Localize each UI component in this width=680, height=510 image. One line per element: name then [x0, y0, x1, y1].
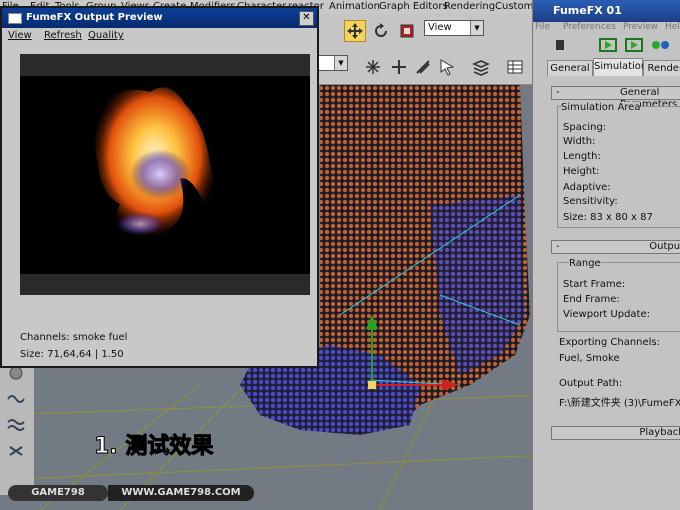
length-label: Length:	[563, 151, 601, 162]
general-parameters-rollout[interactable]: - General Parameters	[551, 86, 680, 110]
reference-coordinate-select[interactable]: View ▼	[424, 20, 484, 36]
grid-icon	[507, 60, 523, 74]
fumefx-panel-title: FumeFX 01	[553, 4, 622, 17]
layers-icon	[472, 60, 490, 76]
selection-set-select[interactable]: ▼	[318, 55, 348, 71]
spacing-label: Spacing:	[563, 122, 607, 133]
preview-menu-quality[interactable]: Quality	[88, 30, 124, 41]
sparkle-icon	[366, 60, 380, 74]
eye-icon	[652, 41, 669, 49]
grid-size-readout: Size: 83 x 80 x 87	[563, 212, 653, 223]
panel-menu-help[interactable]: Help	[665, 22, 680, 32]
preview-toggle-button[interactable]	[649, 34, 671, 56]
snap-icon	[416, 60, 430, 74]
select-filter-button[interactable]	[436, 56, 458, 78]
start-frame-label: Start Frame:	[563, 279, 626, 290]
play-film-icon	[599, 38, 617, 52]
close-icon[interactable]: ✕	[299, 11, 314, 26]
adaptive-label: Adaptive:	[563, 182, 611, 193]
watermark-logo: GAME798	[8, 485, 108, 501]
schematic-button[interactable]	[504, 56, 526, 78]
exporting-channels-value: Fuel, Smoke	[559, 353, 620, 364]
chevron-down-icon: ▼	[470, 21, 483, 35]
menu-animation[interactable]: Animation	[329, 0, 380, 14]
start-simulation-button[interactable]	[597, 34, 619, 56]
viewport-side-toolbar	[0, 355, 34, 495]
preview-window-title: FumeFX Output Preview	[26, 12, 163, 23]
playback-rollout[interactable]: Playback	[551, 426, 680, 440]
fire-render	[20, 54, 310, 295]
panel-menu-preview[interactable]: Preview	[623, 22, 658, 32]
fire-preview-canvas	[20, 54, 310, 295]
view-select-value: View	[428, 22, 452, 33]
fumefx-panel-titlebar: FumeFX 01	[533, 0, 680, 22]
transform-button[interactable]	[388, 56, 410, 78]
panel-menu-file[interactable]: File	[535, 22, 550, 32]
vortex-icon[interactable]	[6, 443, 26, 459]
continue-simulation-button[interactable]	[623, 34, 645, 56]
layers-button[interactable]	[470, 56, 492, 78]
arrow-cursor-icon	[440, 59, 455, 76]
open-button[interactable]	[549, 34, 571, 56]
grid-size-readout: Size: 71,64,64 | 1.50	[20, 349, 124, 360]
tab-general[interactable]: General	[547, 60, 593, 76]
cross-arrows-icon	[392, 60, 406, 74]
scale-tool-button[interactable]	[396, 20, 418, 42]
play-icon	[625, 38, 643, 52]
preview-titlebar[interactable]: FumeFX Output Preview ✕	[2, 8, 317, 28]
menu-rendering[interactable]: Rendering	[444, 0, 495, 14]
preview-menu-refresh[interactable]: Refresh	[44, 30, 82, 41]
fumefx-command-panel: FumeFX 01 File Preferences Preview Help …	[532, 0, 680, 510]
output-path-value[interactable]: F:\新建文件夹 (3)\FumeFX01	[559, 394, 680, 409]
end-frame-label: End Frame:	[563, 294, 620, 305]
channels-readout: Channels: smoke fuel	[20, 332, 128, 343]
fumefx-output-preview-window: FumeFX Output Preview ✕ View Refresh Qua…	[0, 6, 319, 368]
sensitivity-label: Sensitivity:	[563, 196, 618, 207]
viewport-update-label: Viewport Update:	[563, 309, 650, 320]
tutorial-caption: 1. 测试效果	[93, 434, 214, 460]
preview-menu-view[interactable]: View	[8, 30, 32, 41]
range-label: Range	[569, 258, 601, 269]
rotate-icon	[375, 23, 387, 37]
rotate-tool-button[interactable]	[370, 20, 392, 42]
plug-icon	[556, 40, 564, 50]
window-icon	[8, 13, 22, 24]
simulation-area-label: Simulation Area	[561, 102, 641, 113]
move-icon	[347, 23, 363, 39]
height-label: Height:	[563, 166, 600, 177]
watermark-url: WWW.GAME798.COM	[108, 485, 254, 501]
panel-menu-preferences[interactable]: Preferences	[563, 22, 616, 32]
tab-rendering[interactable]: Rendering	[643, 60, 680, 76]
output-path-label: Output Path:	[559, 378, 623, 389]
exporting-channels-label: Exporting Channels:	[559, 337, 661, 348]
chevron-down-icon: ▼	[334, 56, 347, 70]
scale-icon	[400, 24, 414, 38]
tab-simulation[interactable]: Simulation	[593, 58, 647, 76]
menu-graph-editors[interactable]: Graph Editors	[379, 0, 448, 14]
ripple-icon[interactable]	[6, 417, 26, 433]
select-object-button[interactable]	[362, 56, 384, 78]
snap-button[interactable]	[412, 56, 434, 78]
wave-icon[interactable]	[6, 391, 26, 407]
fumefx-panel-menu: File Preferences Preview Help	[533, 22, 680, 34]
move-tool-button[interactable]	[344, 20, 366, 42]
output-rollout[interactable]: - Output	[551, 240, 680, 254]
width-label: Width:	[563, 136, 596, 147]
